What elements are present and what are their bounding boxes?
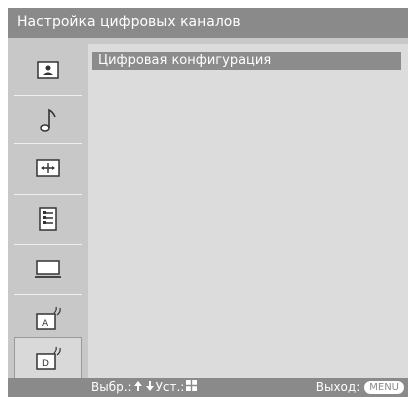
digital-channel-icon: D (34, 346, 62, 372)
sidebar-item-screen[interactable] (14, 146, 82, 190)
set-hint-label: Уст.: (155, 380, 185, 394)
sidebar-item-digital-channel[interactable]: D (14, 337, 82, 381)
sidebar-item-sound[interactable] (14, 98, 82, 142)
sound-icon (36, 106, 60, 134)
sidebar-item-analog-channel[interactable]: A (14, 297, 82, 341)
menu-item-digital-configuration[interactable]: Цифровая конфигурация (92, 52, 401, 70)
enter-button-icon (186, 380, 198, 394)
tv-menu-screen: Настройка цифровых каналов A D Цифровая … (8, 8, 408, 397)
exit-hint-label: Выход: (315, 380, 361, 394)
up-arrow-icon (133, 380, 142, 394)
menu-content: Цифровая конфигурация (88, 44, 408, 378)
page-title: Настройка цифровых каналов (17, 14, 241, 30)
navigation-hint: Выбр.: Уст.: (91, 380, 199, 394)
svg-text:A: A (42, 319, 49, 329)
title-bar: Настройка цифровых каналов (8, 8, 408, 38)
sidebar: A D (8, 44, 86, 381)
footer-bar: Выбр.: Уст.: Выход: MENU (8, 378, 408, 397)
picture-icon (36, 60, 60, 80)
svg-text:D: D (42, 359, 49, 369)
sidebar-item-setup[interactable] (14, 197, 82, 241)
pc-icon (34, 258, 62, 280)
setup-icon (37, 206, 59, 232)
sidebar-item-picture[interactable] (14, 48, 82, 92)
exit-hint: Выход: MENU (316, 380, 404, 394)
sidebar-item-pc[interactable] (14, 247, 82, 291)
screen-icon (35, 158, 61, 178)
menu-item-label: Цифровая конфигурация (98, 53, 272, 68)
analog-channel-icon: A (34, 306, 62, 332)
down-arrow-icon (145, 380, 154, 394)
select-hint-label: Выбр.: (91, 380, 132, 394)
menu-button-badge[interactable]: MENU (364, 380, 404, 394)
